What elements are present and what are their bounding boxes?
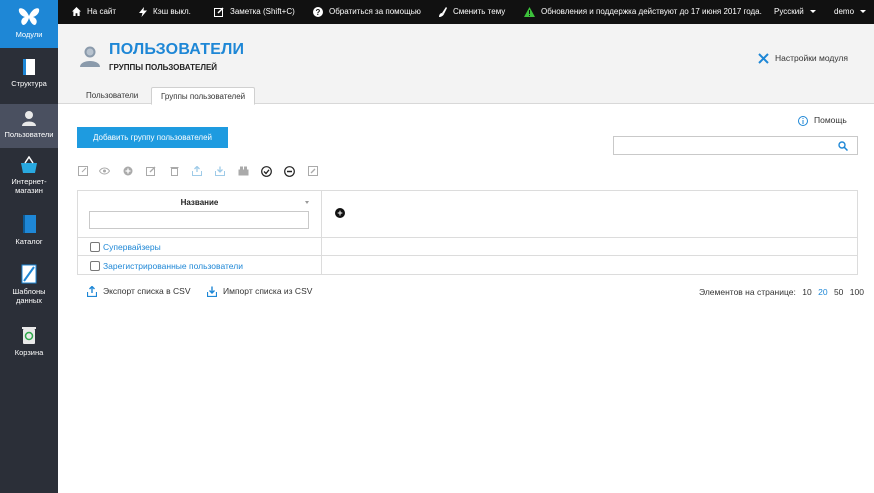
delete-icon[interactable] [170, 166, 179, 176]
export-csv-link[interactable]: Экспорт списка в CSV [87, 286, 191, 298]
table-row[interactable]: Супервайзеры [78, 238, 857, 256]
butterfly-logo-icon [18, 8, 40, 25]
left-sidebar: Модули Структура Пользователи Интернет- … [0, 0, 58, 493]
language-select[interactable]: Русский [774, 0, 816, 24]
brush-icon [439, 6, 447, 17]
tab-users[interactable]: Пользователи [77, 87, 147, 105]
page-header: ПОЛЬЗОВАТЕЛИ ГРУППЫ ПОЛЬЗОВАТЕЛЕЙ Настро… [58, 24, 874, 105]
page-subtitle: ГРУППЫ ПОЛЬЗОВАТЕЛЕЙ [109, 63, 218, 72]
per-page-option-50[interactable]: 50 [834, 287, 843, 297]
note-link[interactable]: Заметка (Shift+C) [214, 0, 295, 24]
check-circle-icon[interactable] [261, 166, 272, 177]
sidebar-item-label-line1: Интернет- [11, 177, 47, 186]
page-title: ПОЛЬЗОВАТЕЛИ [109, 41, 245, 58]
sidebar-item-label-line1: Шаблоны [12, 287, 46, 296]
sidebar-item-label: Каталог [15, 237, 43, 246]
question-icon: ? [313, 6, 323, 17]
per-page-label: Элементов на странице: [699, 287, 796, 297]
sort-icon[interactable] [305, 201, 309, 204]
row-checkbox[interactable] [90, 261, 100, 271]
data-templates-icon [21, 264, 37, 284]
chevron-down-icon [860, 10, 867, 14]
user-icon [22, 111, 36, 126]
users-header-icon [80, 46, 100, 67]
add-user-group-button[interactable]: Добавить группу пользователей [77, 127, 228, 148]
search-box[interactable] [613, 136, 858, 155]
module-settings-link[interactable]: Настройки модуля [758, 53, 848, 64]
search-input[interactable] [614, 137, 824, 154]
structure-icon [23, 59, 35, 75]
import-icon[interactable] [215, 166, 225, 176]
sidebar-item-label: Структура [11, 79, 47, 88]
group-name-link[interactable]: Супервайзеры [103, 242, 161, 252]
tab-user-groups[interactable]: Группы пользователей [151, 87, 256, 105]
per-page-selector: Элементов на странице: 10 20 50 100 [699, 287, 864, 297]
row-checkbox[interactable] [90, 242, 100, 252]
updates-notice[interactable]: Обновления и поддержка действуют до 17 и… [524, 0, 762, 24]
import-icon [207, 286, 217, 298]
svg-text:?: ? [316, 8, 321, 17]
help-request-link[interactable]: ? Обратиться за помощью [313, 0, 421, 24]
edit-document-icon[interactable] [308, 166, 318, 176]
home-icon [72, 7, 81, 17]
sidebar-item-structure[interactable]: Структура [0, 58, 58, 88]
minus-circle-icon[interactable] [284, 166, 295, 177]
recycle-bin-icon [22, 327, 36, 344]
sidebar-item-label: Корзина [14, 348, 44, 357]
change-theme-link[interactable]: Сменить тему [439, 0, 505, 24]
info-icon [798, 115, 808, 126]
tools-icon [758, 53, 769, 64]
top-bar: На сайт Кэш выкл. Заметка (Shift+C) ? Обр… [58, 0, 874, 24]
user-menu[interactable]: demo [834, 0, 867, 24]
per-page-option-20[interactable]: 20 [818, 287, 827, 297]
sidebar-item-catalog[interactable]: Каталог [0, 214, 58, 246]
shopping-basket-icon [21, 156, 37, 173]
sidebar-item-modules[interactable]: Модули [0, 0, 58, 48]
to-site-link[interactable]: На сайт [72, 0, 116, 24]
sidebar-item-label: Пользователи [4, 130, 54, 139]
sidebar-item-data-templates[interactable]: Шаблоны данных [0, 264, 58, 305]
name-filter-input[interactable] [89, 211, 309, 229]
open-icon[interactable] [78, 166, 88, 176]
table-row[interactable]: Зарегистрированные пользователи [78, 257, 857, 275]
warning-icon [524, 6, 535, 17]
add-column-icon[interactable]: + [335, 208, 345, 218]
sidebar-item-users[interactable]: Пользователи [0, 104, 58, 148]
lightning-icon [139, 6, 147, 17]
eye-icon[interactable] [99, 166, 110, 176]
edit-note-icon [214, 7, 224, 17]
per-page-option-10[interactable]: 10 [802, 287, 811, 297]
sidebar-item-label: Модули [15, 30, 43, 39]
cache-toggle[interactable]: Кэш выкл. [139, 0, 191, 24]
sidebar-item-trash[interactable]: Корзина [0, 325, 58, 357]
edit-icon[interactable] [146, 166, 156, 176]
move-icon[interactable] [238, 166, 249, 176]
column-header-name[interactable]: Название [78, 198, 321, 207]
sidebar-item-label-line2: данных [16, 296, 42, 305]
per-page-option-100[interactable]: 100 [850, 287, 864, 297]
import-csv-link[interactable]: Импорт списка из CSV [207, 286, 312, 298]
chevron-down-icon [809, 10, 816, 14]
group-name-link[interactable]: Зарегистрированные пользователи [103, 261, 243, 271]
export-icon [87, 286, 97, 298]
sidebar-item-label-line2: магазин [15, 186, 43, 195]
table-header: Название + [78, 191, 857, 238]
catalog-book-icon [23, 215, 36, 233]
add-circle-icon[interactable] [123, 166, 133, 176]
help-link[interactable]: Помощь [798, 115, 847, 126]
groups-table: Название + Супервайзеры Зарегистрированн… [77, 190, 858, 275]
search-icon[interactable] [838, 141, 848, 151]
export-icon[interactable] [192, 166, 202, 176]
sidebar-item-shop[interactable]: Интернет- магазин [0, 156, 58, 195]
